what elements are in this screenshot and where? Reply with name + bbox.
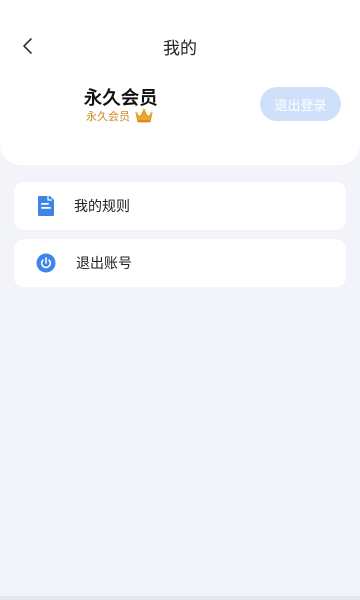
page-title: 我的 (163, 39, 197, 59)
document-icon (36, 195, 56, 217)
menu-item-sign-out[interactable]: 退出账号 (14, 239, 346, 287)
bottom-edge (0, 596, 360, 600)
crown-icon (135, 108, 153, 123)
menu-item-label: 退出账号 (76, 256, 132, 272)
menu-item-label: 我的规则 (74, 199, 130, 215)
header-card: 我的 永久会员 永久会员 退出登录 (0, 0, 360, 165)
user-name: 永久会员 (84, 88, 158, 109)
membership-badge: 永久会员 (86, 108, 153, 124)
menu-item-my-rules[interactable]: 我的规则 (14, 182, 346, 230)
membership-label: 永久会员 (86, 110, 130, 123)
logout-button[interactable]: 退出登录 (260, 87, 341, 121)
profile-screen: 我的 永久会员 永久会员 退出登录 我的规则 退出账号 (0, 0, 360, 600)
power-icon (36, 252, 56, 274)
